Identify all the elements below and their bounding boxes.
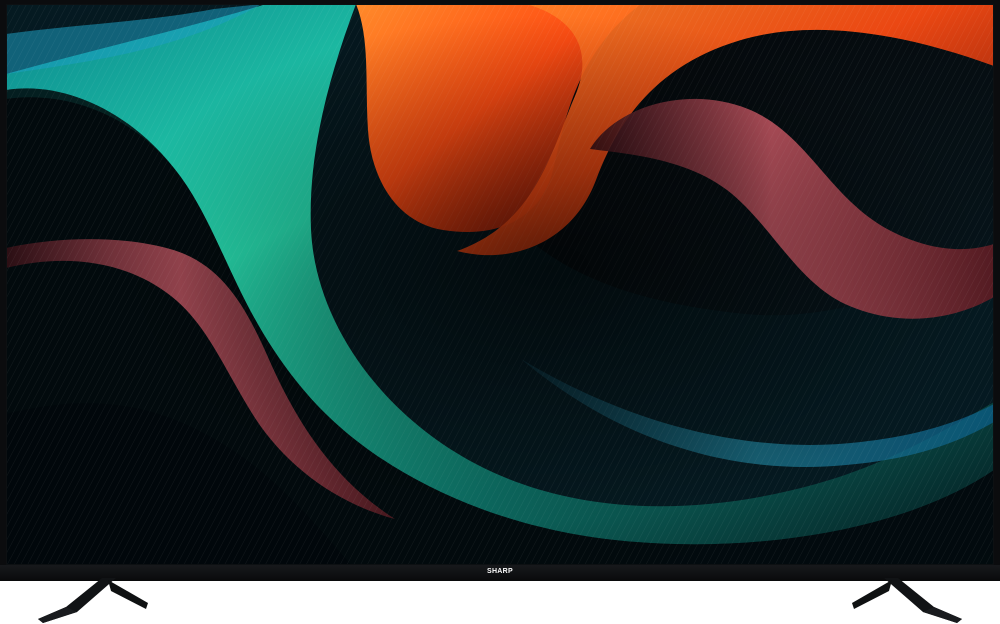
right-stand-leg [852,578,962,624]
television-product-image: SHARP [0,0,1000,624]
tv-bezel [0,0,1000,581]
tv-screen-abstract-wallpaper [6,4,994,565]
left-stand-leg [38,578,148,624]
brand-logo: SHARP [486,568,513,575]
abstract-wave-artwork [6,4,994,565]
